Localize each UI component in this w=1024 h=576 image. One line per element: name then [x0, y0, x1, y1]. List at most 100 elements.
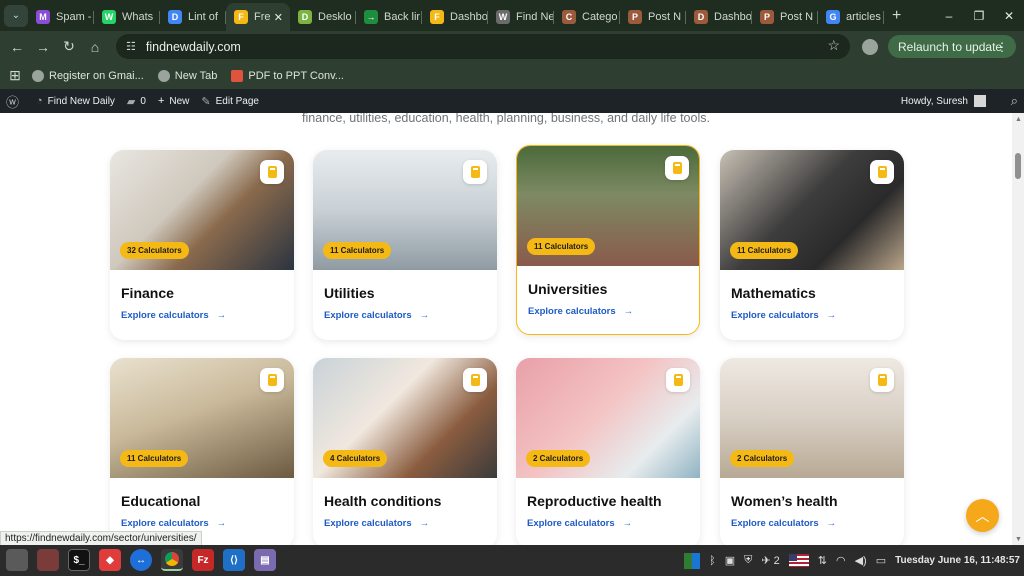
- notification-icon[interactable]: ✈ 2: [761, 554, 779, 567]
- menu-dots-icon[interactable]: ⋮: [996, 40, 1008, 54]
- explore-calculators-link[interactable]: Explore calculators →: [528, 306, 633, 317]
- tab-search-chevron-icon[interactable]: ⌄: [4, 4, 28, 27]
- address-bar[interactable]: ☷ findnewdaily.com ☆: [116, 34, 850, 59]
- bookmark-item[interactable]: New Tab: [157, 69, 217, 82]
- sector-title[interactable]: Health conditions: [324, 493, 441, 509]
- shield-icon[interactable]: ⛨: [744, 554, 752, 567]
- clock[interactable]: Tuesday June 16, 11:48:57: [895, 555, 1020, 566]
- vscode-icon[interactable]: ⟨⟩: [223, 549, 245, 571]
- relaunch-button[interactable]: Relaunch to update ⋮: [888, 35, 1016, 58]
- apps-grid-icon[interactable]: ⊞: [2, 67, 28, 84]
- chrome-icon[interactable]: [161, 549, 183, 571]
- sector-title[interactable]: Women’s health: [731, 493, 838, 509]
- sector-card[interactable]: 4 Calculators Health conditions Explore ca…: [313, 358, 497, 545]
- sector-card[interactable]: 32 Calculators Finance Explore calculators…: [110, 150, 294, 340]
- browser-tab[interactable]: M Spam -: [28, 3, 94, 31]
- network-icon[interactable]: ⇅: [818, 554, 827, 567]
- profile-avatar-icon[interactable]: [862, 39, 878, 55]
- browser-tab[interactable]: F Fre ✕: [226, 3, 290, 31]
- edit-page-link[interactable]: ✎ Edit Page: [201, 95, 259, 108]
- sector-title[interactable]: Finance: [121, 285, 174, 301]
- scroll-to-top-button[interactable]: ︿: [966, 499, 999, 532]
- comments-link[interactable]: ▰ 0: [127, 95, 146, 108]
- browser-tab[interactable]: W Whats: [94, 3, 160, 31]
- browser-tab[interactable]: F Dashbo: [422, 3, 488, 31]
- page-scrollbar[interactable]: ▲ ▼: [1012, 113, 1024, 545]
- sector-card[interactable]: 11 Calculators Educational Explore calcula…: [110, 358, 294, 545]
- url-text[interactable]: findnewdaily.com: [146, 40, 241, 54]
- sector-card[interactable]: 11 Calculators Mathematics Explore calcula…: [720, 150, 904, 340]
- scroll-up-icon[interactable]: ▲: [1015, 116, 1022, 123]
- explore-calculators-link[interactable]: Explore calculators →: [121, 518, 226, 529]
- new-tab-plus-icon[interactable]: +: [892, 7, 901, 25]
- scroll-down-icon[interactable]: ▼: [1015, 536, 1022, 543]
- explore-calculators-link[interactable]: Explore calculators →: [324, 310, 429, 321]
- sector-card[interactable]: 11 Calculators Utilities Explore calculato…: [313, 150, 497, 340]
- calculator-icon: [870, 160, 894, 184]
- calculator-icon: [666, 368, 690, 392]
- bookmark-star-icon[interactable]: ☆: [827, 37, 840, 54]
- sector-title[interactable]: Universities: [528, 281, 607, 297]
- site-name-link[interactable]: ◔ Find New Daily: [36, 95, 115, 107]
- workspace-icon[interactable]: [684, 552, 701, 569]
- browser-tab[interactable]: D Desklo: [290, 3, 356, 31]
- browser-tab[interactable]: → Back lir: [356, 3, 422, 31]
- us-flag-icon[interactable]: [788, 554, 809, 567]
- back-arrow-icon[interactable]: ←: [4, 39, 30, 55]
- anydesk-icon[interactable]: ◆: [99, 549, 121, 571]
- sector-title[interactable]: Utilities: [324, 285, 375, 301]
- text-editor-icon[interactable]: ▤: [254, 549, 276, 571]
- explore-calculators-link[interactable]: Explore calculators →: [324, 518, 429, 529]
- new-label: New: [169, 95, 190, 107]
- bookmark-item[interactable]: Register on Gmai...: [32, 69, 144, 82]
- battery-icon[interactable]: ▭: [876, 554, 886, 567]
- sector-title[interactable]: Educational: [121, 493, 200, 509]
- clipboard-icon[interactable]: ▣: [725, 554, 735, 567]
- scrollbar-thumb[interactable]: [1015, 153, 1021, 179]
- search-icon[interactable]: ⌕: [1011, 93, 1018, 109]
- minimize-icon[interactable]: –: [934, 9, 964, 23]
- volume-icon[interactable]: ◀): [855, 554, 867, 567]
- close-window-icon[interactable]: ✕: [994, 9, 1024, 23]
- forward-arrow-icon[interactable]: →: [30, 39, 56, 55]
- wordpress-logo-icon[interactable]: ⓦ: [6, 92, 24, 111]
- browser-tab[interactable]: P Post N: [752, 3, 818, 31]
- restore-icon[interactable]: ❐: [964, 9, 994, 23]
- calculator-icon: [870, 368, 894, 392]
- account-menu[interactable]: Howdy, Suresh: [901, 89, 986, 113]
- home-icon[interactable]: ⌂: [82, 39, 108, 55]
- browser-tab[interactable]: C Catego: [554, 3, 620, 31]
- explore-calculators-link[interactable]: Explore calculators →: [527, 518, 632, 529]
- teamviewer-icon[interactable]: ↔: [130, 549, 152, 571]
- browser-tab[interactable]: W Find Ne: [488, 3, 554, 31]
- reload-icon[interactable]: ↻: [56, 38, 82, 55]
- calculator-count-badge: 4 Calculators: [323, 450, 388, 467]
- browser-tab[interactable]: P Post N: [620, 3, 686, 31]
- calculator-icon: [260, 368, 284, 392]
- browser-tab[interactable]: Garticles: [818, 3, 884, 31]
- browser-tab[interactable]: D Dashbo: [686, 3, 752, 31]
- explore-label: Explore calculators: [324, 310, 412, 321]
- explore-calculators-link[interactable]: Explore calculators →: [121, 310, 226, 321]
- close-tab-icon[interactable]: ✕: [274, 11, 283, 24]
- site-info-icon[interactable]: ☷: [126, 40, 136, 53]
- taskbar-app-icon[interactable]: [6, 549, 28, 571]
- explore-calculators-link[interactable]: Explore calculators →: [731, 518, 836, 529]
- wifi-icon[interactable]: ◠: [836, 554, 846, 567]
- tab-favicon-icon: C: [562, 10, 576, 24]
- sector-card[interactable]: 11 Calculators Universities Explore calcul…: [516, 145, 700, 335]
- explore-calculators-link[interactable]: Explore calculators →: [731, 310, 836, 321]
- new-content-link[interactable]: + New: [158, 95, 189, 107]
- chevron-up-icon: ︿: [975, 507, 990, 524]
- sector-title[interactable]: Reproductive health: [527, 493, 662, 509]
- bookmark-item[interactable]: PDF to PPT Conv...: [231, 69, 344, 82]
- terminal-icon[interactable]: $_: [68, 549, 90, 571]
- browser-tab[interactable]: D Lint of: [160, 3, 226, 31]
- bluetooth-icon[interactable]: ᛒ: [709, 555, 716, 567]
- folder-icon[interactable]: [37, 549, 59, 571]
- sector-title[interactable]: Mathematics: [731, 285, 816, 301]
- sector-card[interactable]: 2 Calculators Reproductive health Explore …: [516, 358, 700, 545]
- tab-title: Dashbo: [450, 11, 488, 23]
- sector-card[interactable]: 2 Calculators Women’s health Explore calcu…: [720, 358, 904, 545]
- filezilla-icon[interactable]: Fz: [192, 549, 214, 571]
